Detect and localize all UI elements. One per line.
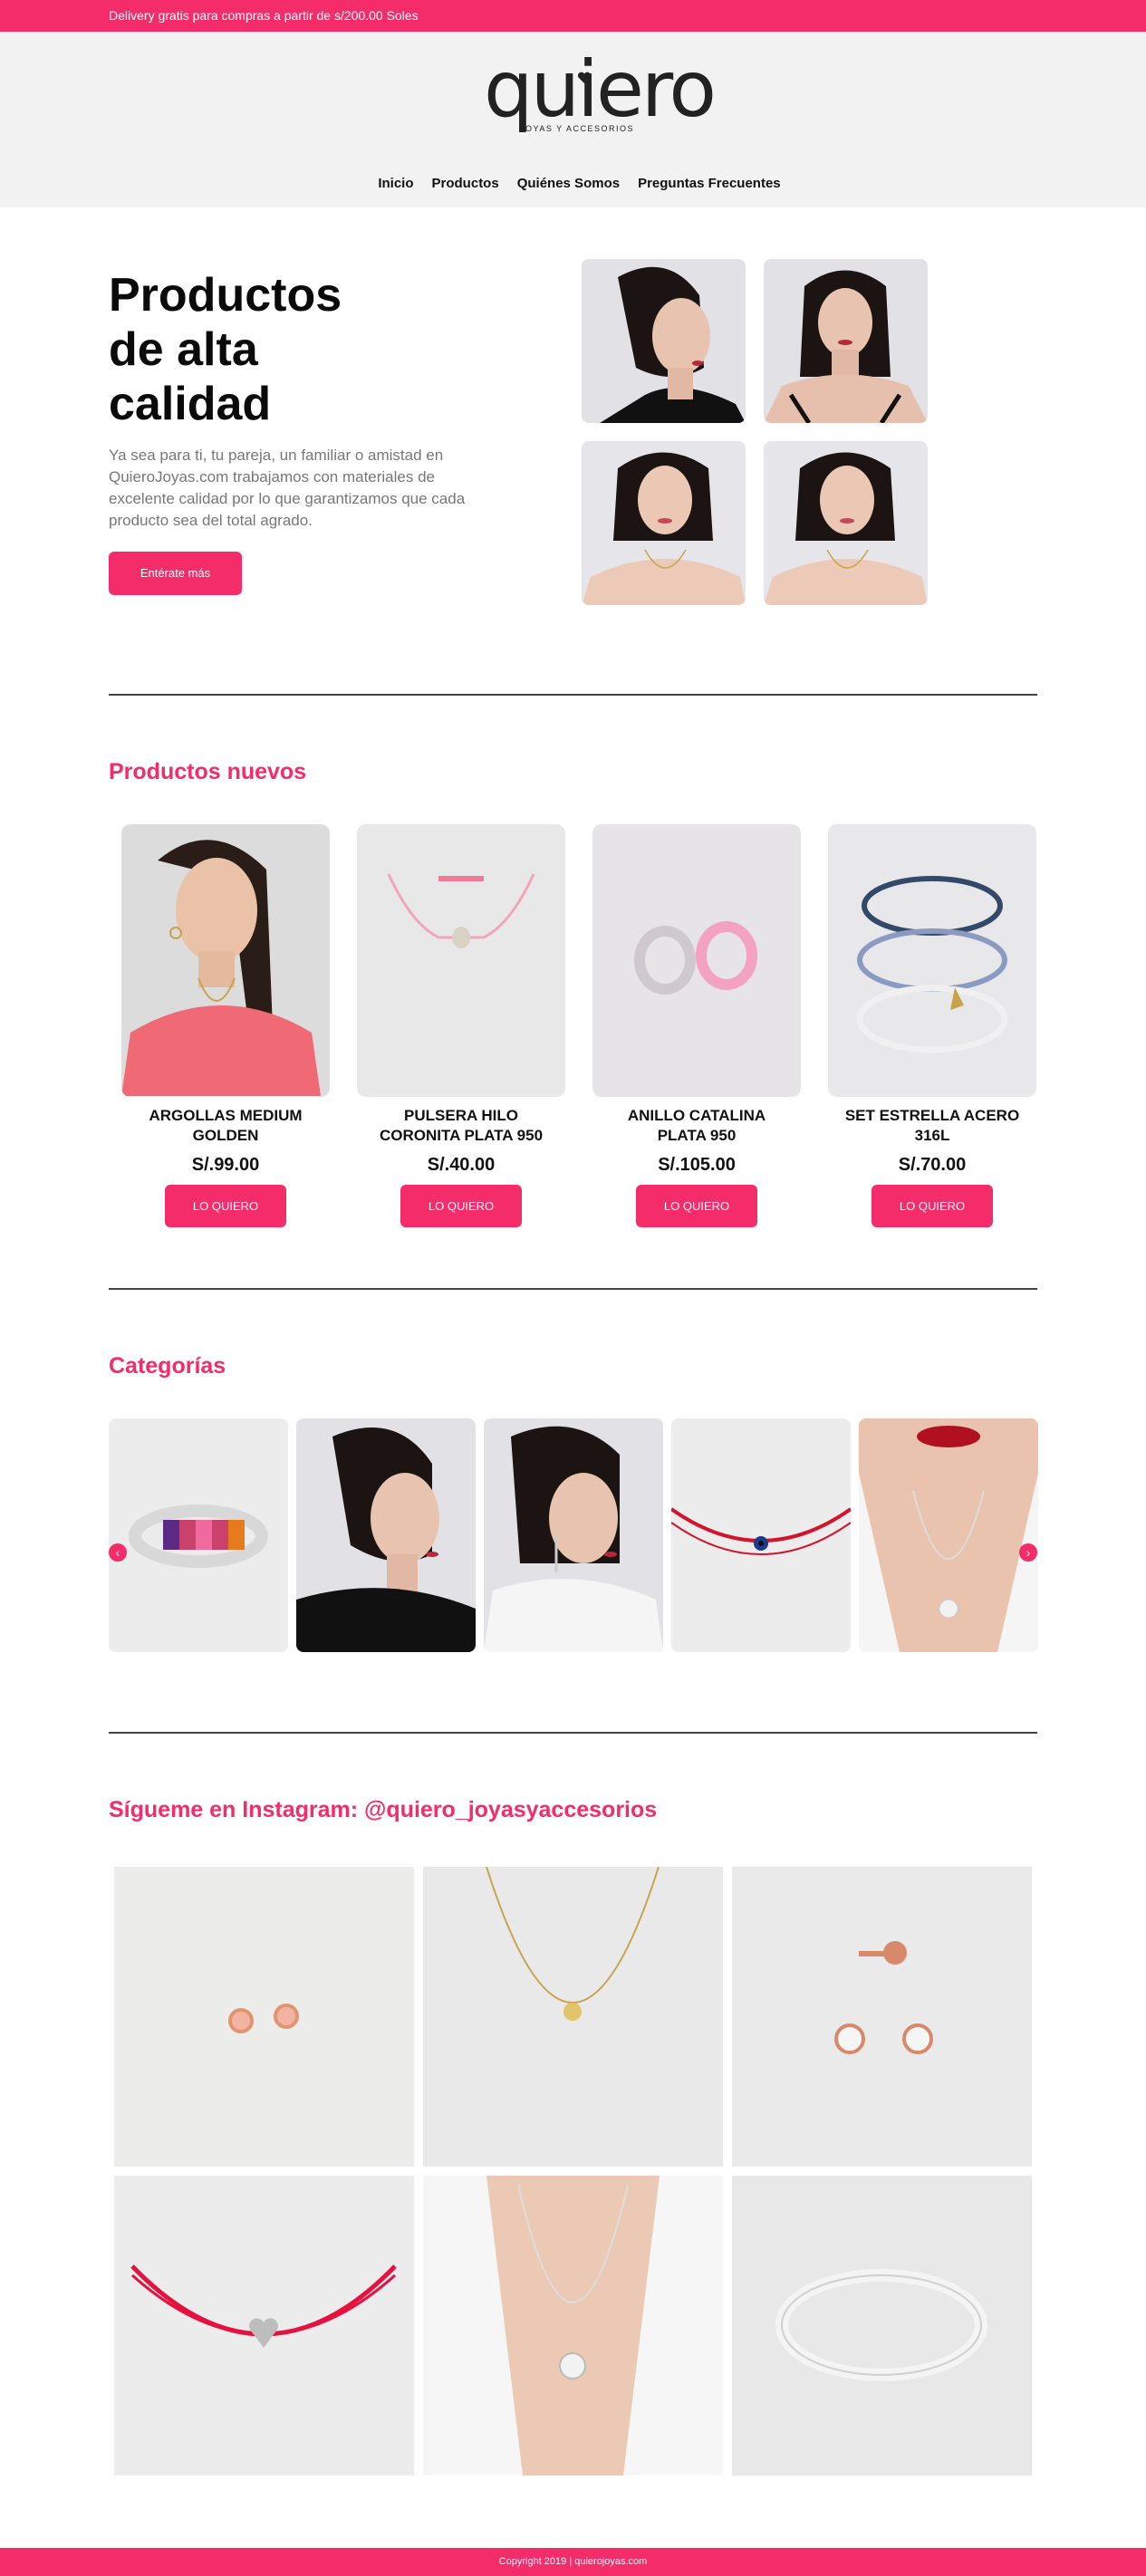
category-card-earrings[interactable] (296, 1418, 476, 1652)
buy-button[interactable]: LO QUIERO (636, 1185, 757, 1227)
product-card[interactable]: ANILLO CATALINA PLATA 950 S/.105.00 LO Q… (592, 824, 801, 1227)
section-divider (109, 1288, 1037, 1290)
buy-button[interactable]: LO QUIERO (872, 1185, 993, 1227)
carousel-prev-button[interactable]: ‹ (109, 1543, 127, 1562)
buy-button[interactable]: LO QUIERO (165, 1185, 286, 1227)
instagram-post[interactable] (114, 2176, 414, 2475)
site-header: quiero JOYAS Y ACCESORIOS Inicio Product… (0, 32, 1146, 207)
product-price: S/.40.00 (427, 1155, 496, 1175)
hero-description: Ya sea para ti, tu pareja, un familiar o… (109, 447, 466, 529)
copyright-text: Copyright 2019 | quierojoyas.com (498, 2556, 648, 2567)
product-image[interactable] (121, 824, 330, 1097)
product-name[interactable]: ARGOLLAS MEDIUM GOLDEN (121, 1106, 330, 1146)
instagram-title: Sígueme en Instagram: @quiero_joyasyacce… (109, 1797, 658, 1822)
product-image[interactable] (592, 824, 801, 1097)
section-divider (109, 694, 1037, 696)
categories-title: Categorías (109, 1353, 226, 1379)
learn-more-button[interactable]: Entérate más (109, 552, 242, 595)
nav-item-inicio[interactable]: Inicio (378, 176, 413, 191)
hero-title: Productos de alta calidad (109, 269, 342, 430)
hero-model-image-3 (582, 441, 746, 605)
product-card[interactable]: PULSERA HILO CORONITA PLATA 950 S/.40.00… (357, 824, 565, 1227)
category-card-bracelets[interactable] (671, 1418, 851, 1652)
logo-wordmark: quiero (484, 44, 717, 135)
heart-icon (577, 72, 592, 83)
hero-model-image-4 (764, 441, 928, 605)
instagram-post[interactable] (114, 1867, 414, 2167)
nav-item-preguntas-frecuentes[interactable]: Preguntas Frecuentes (638, 176, 781, 191)
instagram-post[interactable] (423, 1867, 723, 2167)
promo-text: Delivery gratis para compras a partir de… (109, 8, 419, 23)
main-nav: Inicio Productos Quiénes Somos Preguntas… (0, 176, 1146, 191)
instagram-post[interactable] (732, 1867, 1032, 2167)
nav-item-productos[interactable]: Productos (432, 176, 499, 191)
instagram-post[interactable] (732, 2176, 1032, 2475)
product-name[interactable]: SET ESTRELLA ACERO 316L (828, 1106, 1036, 1146)
section-divider (109, 1732, 1037, 1734)
product-image[interactable] (828, 824, 1036, 1097)
category-card-drop-earrings[interactable] (484, 1418, 663, 1652)
new-products-title: Productos nuevos (109, 759, 307, 784)
category-card-rings[interactable] (109, 1418, 288, 1652)
product-card[interactable]: SET ESTRELLA ACERO 316L S/.70.00 LO QUIE… (828, 824, 1036, 1227)
product-price: S/.70.00 (898, 1155, 967, 1175)
hero-section: Productos de alta calidad Ya sea para ti… (0, 207, 1146, 642)
logo[interactable]: quiero JOYAS Y ACCESORIOS (484, 44, 717, 151)
product-price: S/.99.00 (191, 1155, 260, 1175)
instagram-post[interactable] (423, 2176, 723, 2475)
product-price: S/.105.00 (658, 1155, 736, 1175)
nav-item-quienes-somos[interactable]: Quiénes Somos (517, 176, 620, 191)
promo-bar: Delivery gratis para compras a partir de… (0, 0, 1146, 32)
product-card[interactable]: ARGOLLAS MEDIUM GOLDEN S/.99.00 LO QUIER… (121, 824, 330, 1227)
site-footer: Copyright 2019 | quierojoyas.com (0, 2548, 1146, 2576)
hero-model-image-1 (582, 259, 746, 423)
product-image[interactable] (357, 824, 565, 1097)
carousel-next-button[interactable]: › (1019, 1543, 1037, 1562)
hero-model-image-2 (764, 259, 928, 423)
category-card-necklaces[interactable] (859, 1418, 1038, 1652)
product-name[interactable]: ANILLO CATALINA PLATA 950 (592, 1106, 801, 1146)
buy-button[interactable]: LO QUIERO (400, 1185, 522, 1227)
product-name[interactable]: PULSERA HILO CORONITA PLATA 950 (357, 1106, 565, 1146)
